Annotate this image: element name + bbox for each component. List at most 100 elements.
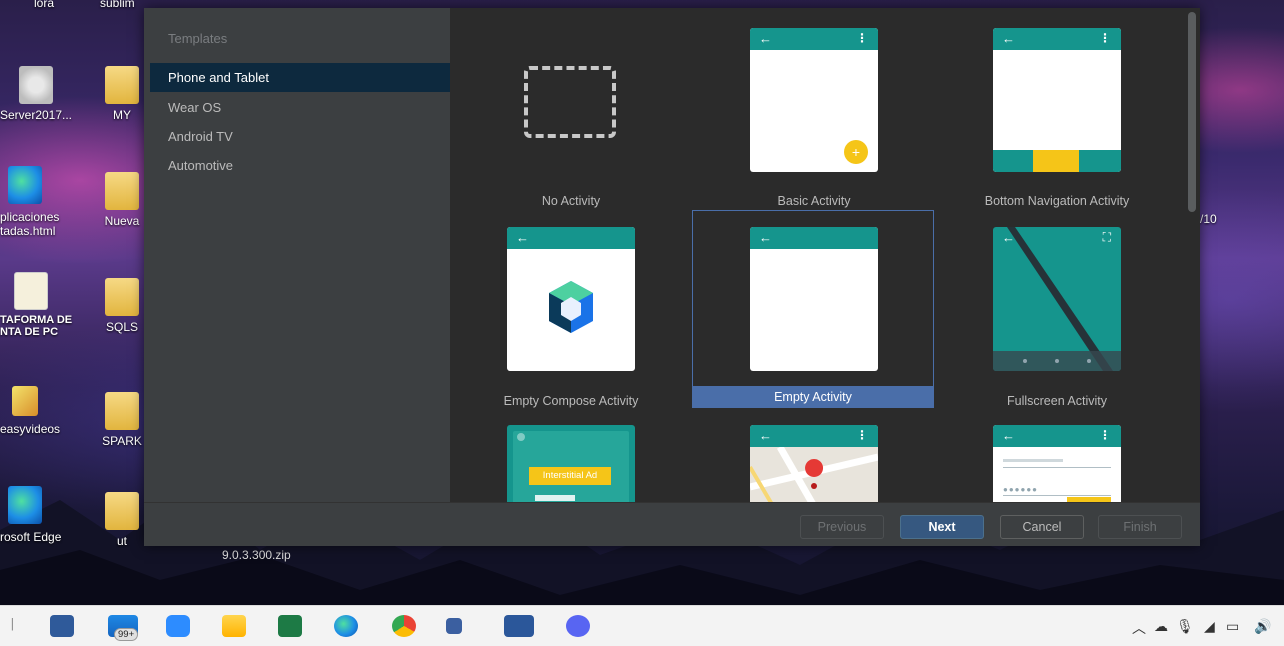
bottom-navigation-preview: ← ⋮ (993, 28, 1121, 172)
more-vert-icon: ⋮ (1099, 31, 1111, 45)
template-gallery: No Activity ← ⋮ + Basic Activity ← ⋮ Botto… (450, 8, 1184, 502)
folder-icon (105, 66, 139, 104)
back-arrow-icon: ← (759, 230, 772, 245)
template-basic-activity[interactable]: ← ⋮ + Basic Activity (693, 12, 935, 210)
android-studio-icon[interactable] (446, 618, 462, 634)
more-vert-icon: ⋮ (856, 31, 868, 45)
edge-icon (8, 166, 42, 204)
mic-icon[interactable]: 🎙 (1176, 618, 1194, 635)
template-label: Fullscreen Activity (1006, 394, 1108, 408)
more-vert-icon: ⋮ (856, 428, 868, 442)
excel-icon[interactable] (278, 615, 302, 637)
gallery-scrollbar[interactable] (1184, 8, 1200, 502)
cancel-button[interactable]: Cancel (1000, 515, 1084, 539)
mail-badge: 99+ (114, 628, 139, 641)
password-dots: ●●●●●● (1003, 485, 1038, 494)
taskbar-edge-handle-icon: ᛁ (8, 616, 17, 632)
template-label: Empty Activity (693, 386, 933, 408)
scrollbar-thumb[interactable] (1188, 12, 1196, 212)
desktop-icon-my[interactable]: MY (100, 66, 144, 122)
vscode-icon[interactable] (50, 615, 74, 637)
templates-sidebar: Templates Phone and Tablet Wear OS Andro… (144, 8, 450, 502)
app-bar: ← ⋮ (750, 28, 878, 50)
sidebar-title: Templates (168, 31, 228, 46)
app-bar: ← (507, 227, 635, 249)
sidebar-item-android-tv[interactable]: Android TV (150, 122, 450, 151)
discord-icon[interactable] (566, 615, 590, 637)
sidebar-item-automotive[interactable]: Automotive (150, 151, 450, 180)
zoom-icon[interactable] (166, 615, 190, 637)
disc-icon (19, 66, 53, 104)
fullscreen-diagonal (993, 227, 1121, 371)
back-arrow-icon: ← (516, 230, 529, 245)
desktop-icon-server2017[interactable]: Server2017... (0, 66, 78, 122)
dialog-footer: Previous Next Cancel Finish (144, 502, 1200, 546)
desktop-label-lora[interactable]: lora (34, 0, 54, 10)
battery-icon[interactable]: ▭ (1226, 618, 1239, 635)
template-label: No Activity (541, 194, 601, 208)
desktop-icon-easyvideos[interactable]: easyvideos (0, 386, 78, 436)
next-button[interactable]: Next (900, 515, 984, 539)
template-bottom-navigation-activity[interactable]: ← ⋮ Bottom Navigation Activity (936, 12, 1178, 210)
template-empty-activity[interactable]: ← Empty Activity (692, 210, 934, 408)
finish-button[interactable]: Finish (1098, 515, 1182, 539)
bottom-nav-bar (993, 150, 1121, 172)
chrome-icon[interactable] (392, 615, 416, 637)
desktop-icon-nueva[interactable]: Nueva (100, 172, 144, 228)
no-activity-placeholder-icon (524, 66, 616, 138)
form-line (1003, 495, 1111, 496)
app-bar: ← ⋮ (993, 28, 1121, 50)
desktop-icon-ut[interactable]: ut (100, 492, 144, 548)
close-dot-icon (517, 433, 525, 441)
back-arrow-icon: ← (1002, 428, 1015, 443)
app-bar: ← ⋮ (993, 425, 1121, 447)
template-label: Empty Compose Activity (503, 394, 639, 408)
template-no-activity[interactable]: No Activity (450, 12, 692, 210)
desktop-icon-aplicaciones[interactable]: plicaciones tadas.html (0, 166, 78, 238)
template-empty-compose-activity[interactable]: ← Empty Compose Activity (450, 211, 692, 409)
template-fullscreen-activity[interactable]: ← ⛶ Fullscreen Activity (936, 211, 1178, 409)
more-vert-icon: ⋮ (1099, 428, 1111, 442)
desktop-icon-plataforma[interactable]: TAFORMA DE NTA DE PC (0, 272, 78, 338)
desktop-icon-sqls[interactable]: SQLS (100, 278, 144, 334)
sidebar-item-phone-and-tablet[interactable]: Phone and Tablet (150, 63, 450, 92)
template-label: Basic Activity (777, 194, 851, 208)
app-bar: ← (750, 227, 878, 249)
fullscreen-expand-icon: ⛶ (1102, 230, 1111, 244)
folder-icon (105, 278, 139, 316)
back-arrow-icon: ← (1002, 31, 1015, 46)
template-google-maps-activity[interactable]: ← ⋮ (693, 411, 935, 502)
template-login-activity[interactable]: ← ⋮ ●●●●●● (936, 411, 1178, 502)
chevron-up-icon[interactable]: ︿ (1132, 618, 1146, 638)
bottom-nav-selected-item (1033, 150, 1079, 172)
new-project-dialog: Templates Phone and Tablet Wear OS Andro… (144, 8, 1200, 546)
edge-icon[interactable] (334, 615, 358, 637)
back-arrow-icon: ← (759, 428, 772, 443)
previous-button[interactable]: Previous (800, 515, 884, 539)
file-explorer-icon[interactable] (222, 615, 246, 637)
form-line (1003, 459, 1063, 462)
edge-icon (8, 486, 42, 524)
sidebar-item-wear-os[interactable]: Wear OS (150, 93, 450, 122)
behind-dialog-filename: 9.0.3.300.zip (222, 548, 291, 562)
form-line (1003, 467, 1111, 468)
empty-activity-preview: ← (750, 227, 878, 371)
fab-icon: + (844, 140, 868, 164)
word-icon[interactable] (504, 615, 534, 637)
template-interstitial-ad[interactable]: Interstitial Ad (450, 411, 692, 502)
basic-activity-preview: ← ⋮ + (750, 28, 878, 172)
taskbar: ᛁ 99+ ︿ ☁ 🎙 ◢ ▭ 🔊 (0, 605, 1284, 646)
maps-preview: ← ⋮ (750, 425, 878, 502)
jetpack-compose-logo-icon (549, 281, 593, 333)
wifi-icon[interactable]: ◢ (1204, 618, 1215, 635)
desktop-right-clip-text: /10 (1200, 212, 1217, 226)
login-preview: ← ⋮ ●●●●●● (993, 425, 1121, 502)
desktop-icon-spark[interactable]: SPARK (100, 392, 144, 448)
cloud-icon[interactable]: ☁ (1154, 618, 1168, 635)
desktop-label-sublime[interactable]: sublim (100, 0, 135, 10)
folder-icon (105, 492, 139, 530)
desktop-icon-microsoft-edge[interactable]: rosoft Edge (0, 486, 78, 544)
folder-icon (105, 392, 139, 430)
volume-icon[interactable]: 🔊 (1254, 618, 1271, 635)
folder-icon (105, 172, 139, 210)
